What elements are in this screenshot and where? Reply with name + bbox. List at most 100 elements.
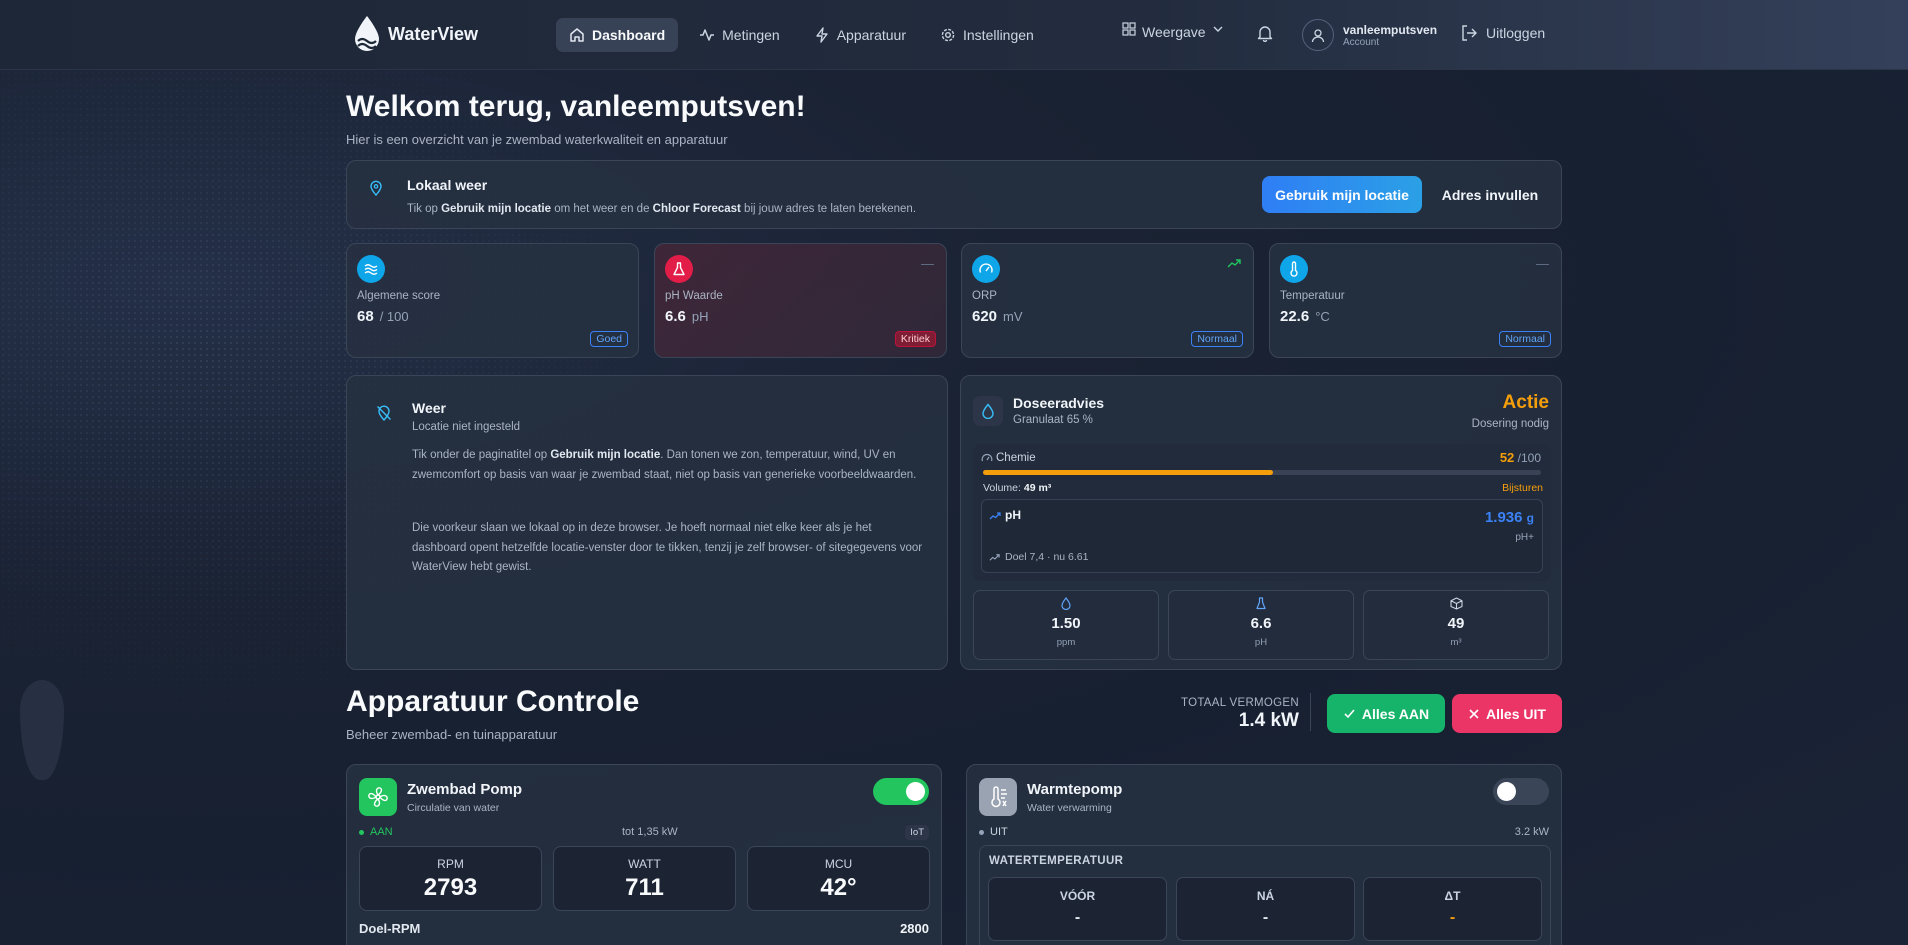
nav-item-label: Apparatuur [836, 27, 906, 43]
waves-icon [357, 255, 385, 283]
target-rpm-value: 2800 [900, 921, 929, 936]
view-switcher[interactable]: Weergave [1122, 18, 1224, 40]
toggle-knob [906, 782, 925, 801]
trend-flat-icon: — [921, 256, 934, 271]
nav-item-metingen[interactable]: Metingen [686, 18, 793, 52]
divider [1310, 693, 1311, 731]
dosing-advice-card: Doseeradvies Granulaat 65 % Actie Doseri… [960, 375, 1562, 670]
mini-value: 49 [1447, 615, 1465, 632]
nav-item-instellingen[interactable]: Instellingen [927, 18, 1047, 52]
avatar [1302, 19, 1334, 51]
thermometer-icon [1280, 255, 1308, 283]
total-power-value: 1.4 kW [1238, 710, 1299, 731]
ph-dosing-box: pH 1.936 g pH+ Doel 7,4 · nu 6.61 [981, 499, 1543, 573]
stat-card-orp[interactable]: ORP 620 mV Normaal [961, 243, 1254, 358]
device-name: Warmtepomp [1027, 781, 1123, 798]
ph-mini-card: 6.6 pH [1168, 590, 1354, 660]
app-name: WaterView [388, 23, 479, 44]
local-weather-card: Lokaal weer Tik op Gebruik mijn locatie … [346, 160, 1562, 229]
heat-pump-icon [979, 778, 1017, 816]
nav-item-label: Instellingen [963, 27, 1034, 43]
water-temperature-panel: WATERTEMPERATUUR VÓÓR - NÁ - ΔT - [979, 845, 1551, 945]
all-off-button[interactable]: Alles UIT [1452, 694, 1562, 733]
metric-value: 711 [625, 874, 664, 901]
drop-icon [973, 396, 1003, 426]
top-navigation-bar: WaterView Dashboard Metingen Apparatuur … [0, 0, 1908, 70]
weather-title: Weer [412, 400, 446, 416]
mini-value: 1.50 [1051, 615, 1081, 632]
pump-power-toggle[interactable] [873, 778, 929, 805]
stat-value: 6.6 pH [665, 308, 709, 325]
local-weather-title: Lokaal weer [407, 177, 488, 193]
stat-value: 620 mV [972, 308, 1023, 325]
status-badge: Normaal [1191, 331, 1243, 347]
adjust-link[interactable]: Bijsturen [1502, 482, 1543, 494]
bolt-icon [816, 27, 828, 43]
status-badge: Goed [590, 331, 628, 347]
metric-label: MCU [824, 857, 853, 871]
nav-item-dashboard[interactable]: Dashboard [556, 18, 679, 52]
logout-icon [1462, 25, 1477, 41]
temp-value: - [1262, 909, 1269, 926]
logout-button[interactable]: Uitloggen [1460, 24, 1545, 42]
status-badge: Kritiek [894, 331, 936, 347]
cube-icon [1449, 597, 1463, 610]
mini-unit: pH [1254, 637, 1268, 648]
device-power: 3.2 kW [1514, 826, 1549, 838]
nav-item-label: Metingen [722, 27, 780, 43]
stat-card-score[interactable]: Algemene score 68/ 100 Goed [346, 243, 639, 358]
trend-up-icon [1227, 256, 1241, 273]
notifications-button[interactable] [1256, 24, 1274, 42]
trend-flat-icon: — [1536, 256, 1549, 271]
account-sub: Account [1343, 36, 1380, 48]
ph-dosing-label: pH [1005, 508, 1021, 522]
device-description: Circulatie van water [407, 802, 500, 814]
grid-icon [1122, 22, 1136, 36]
chemistry-score: 52 /100 [1499, 450, 1541, 465]
temp-value: - [1074, 909, 1081, 926]
rpm-metric: RPM 2793 [359, 846, 542, 911]
nav-item-label: Dashboard [592, 27, 666, 43]
check-icon [1344, 709, 1355, 719]
chemistry-label: Chemie [996, 452, 1036, 464]
device-description: Water verwarming [1027, 802, 1112, 814]
bell-icon [1257, 26, 1273, 42]
target-rpm-label: Doel-RPM [359, 921, 421, 936]
chemistry-progress-fill [983, 470, 1274, 475]
temp-after: NÁ - [1176, 877, 1355, 941]
fan-icon [359, 778, 397, 816]
temp-value: - [1449, 909, 1456, 926]
stat-card-temperature[interactable]: — Temperatuur 22.6 °C Normaal [1269, 243, 1562, 358]
trend-up-icon [989, 512, 1001, 520]
all-on-button[interactable]: Alles AAN [1327, 694, 1445, 733]
use-location-button[interactable]: Gebruik mijn locatie [1262, 176, 1422, 213]
nav-item-apparatuur[interactable]: Apparatuur [801, 18, 919, 52]
temp-label: ΔT [1444, 889, 1461, 903]
page-title: Welkom terug, vanleemputsven! [346, 90, 806, 123]
stat-card-ph[interactable]: — pH Waarde 6.6 pH Kritiek [654, 243, 947, 358]
gauge-icon [972, 255, 1000, 283]
toggle-knob [1497, 782, 1516, 801]
stat-label: Temperatuur [1280, 290, 1345, 302]
iot-badge: IoT [905, 825, 929, 840]
main-nav: Dashboard Metingen Apparatuur Instelling… [556, 18, 1047, 52]
page-subtitle: Hier is een overzicht van je zwembad wat… [346, 132, 728, 147]
heat-pump-power-toggle[interactable] [1493, 778, 1549, 805]
device-state: AAN [359, 826, 393, 838]
metric-value: 42° [820, 874, 857, 901]
temp-label: VÓÓR [1059, 889, 1096, 903]
logo[interactable]: WaterView [352, 14, 478, 54]
watt-metric: WATT 711 [553, 846, 736, 911]
dosing-action: Actie [1502, 392, 1549, 413]
activity-icon [700, 29, 715, 41]
trend-up-icon [989, 554, 1000, 561]
enter-address-button[interactable]: Adres invullen [1433, 176, 1547, 213]
stat-label: pH Waarde [665, 290, 723, 302]
chemistry-progress-bar [983, 470, 1541, 475]
volume-info: Volume: 49 m³ [983, 482, 1052, 494]
stat-label: Algemene score [357, 290, 441, 302]
account-menu[interactable]: vanleemputsven Account [1302, 19, 1437, 51]
account-name: vanleemputsven [1343, 22, 1438, 37]
chevron-down-icon [1213, 26, 1223, 32]
mini-unit: ppm [1056, 637, 1076, 648]
